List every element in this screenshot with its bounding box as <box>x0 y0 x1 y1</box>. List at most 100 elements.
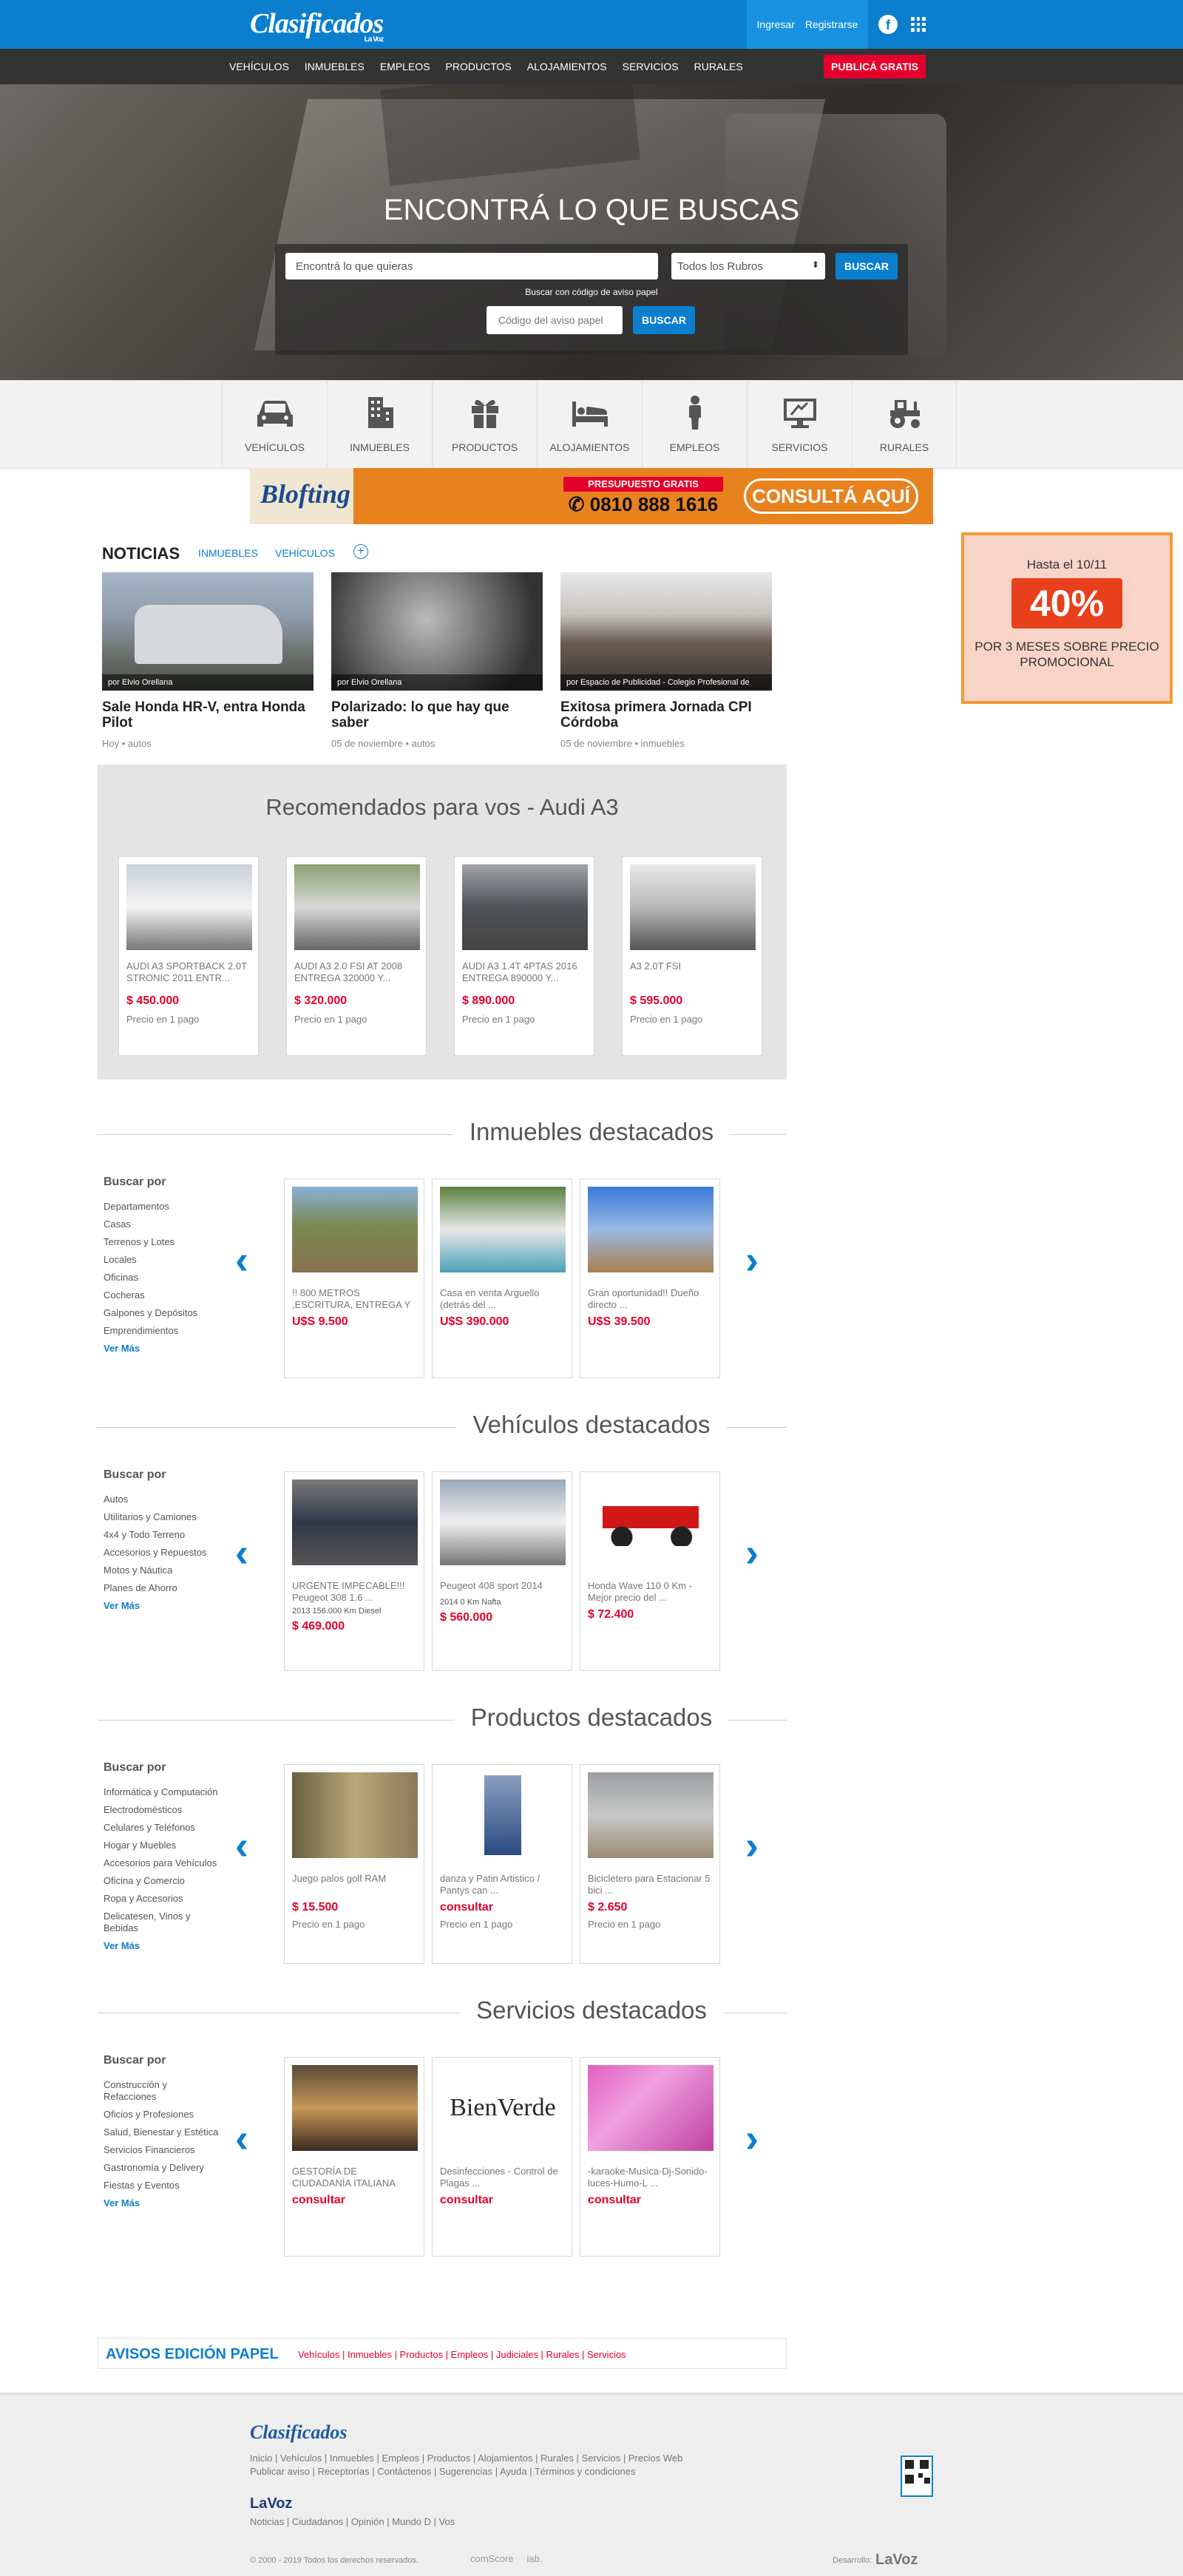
footer-links[interactable]: Inicio | Vehículos | Inmuebles | Empleos… <box>250 2453 682 2464</box>
search-by-link[interactable]: Electrodomésticos <box>104 1801 251 1819</box>
footer-links[interactable]: Noticias | Ciudadanos | Opinión | Mundo … <box>250 2516 455 2527</box>
category-bar: VEHÍCULOS INMUEBLES PRODUCTOS ALOJAMIENT… <box>0 380 1183 469</box>
carousel-next-arrow[interactable]: › <box>745 1240 767 1280</box>
search-by-link[interactable]: Oficina y Comercio <box>104 1872 251 1890</box>
listing-card[interactable]: -karaoke-Musica-Dj-Sonido-luces-Humo-L .… <box>580 2057 720 2257</box>
news-item[interactable]: por Elvio Orellana Sale Honda HR-V, entr… <box>102 572 313 749</box>
news-item[interactable]: por Elvio Orellana Polarizado: lo que ha… <box>331 572 543 749</box>
category-vehiculos[interactable]: VEHÍCULOS <box>222 381 327 468</box>
listing-card[interactable]: danza y Patin Artistico / Pantys can ...… <box>432 1764 572 1964</box>
search-by-link[interactable]: Celulares y Teléfonos <box>104 1819 251 1837</box>
nav-item-rurales[interactable]: RURALES <box>694 61 743 72</box>
banner-cta[interactable]: CONSULTÁ AQUÍ <box>744 478 918 514</box>
nav-item-productos[interactable]: PRODUCTOS <box>446 61 512 72</box>
search-by-link[interactable]: Hogar y Muebles <box>104 1837 251 1854</box>
search-input[interactable]: Encontrá lo que quieras <box>285 253 658 279</box>
nav-item-empleos[interactable]: EMPLEOS <box>380 61 430 72</box>
search-by-link[interactable]: 4x4 y Todo Terreno <box>104 1526 251 1544</box>
see-more-link[interactable]: Ver Más <box>104 2197 251 2209</box>
login-link[interactable]: Ingresar <box>757 18 795 30</box>
search-by-link[interactable]: Construcción y Refacciones <box>104 2076 192 2106</box>
category-alojamientos[interactable]: ALOJAMIENTOS <box>537 381 642 468</box>
search-by-link[interactable]: Fiestas y Eventos <box>104 2177 251 2194</box>
register-link[interactable]: Registrarse <box>805 18 858 30</box>
search-by-link[interactable]: Casas <box>104 1216 251 1233</box>
carousel-next-arrow[interactable]: › <box>745 1826 767 1865</box>
lavoz-logo[interactable]: LaVoz <box>250 2495 292 2512</box>
search-by-link[interactable]: Emprendimientos <box>104 1322 251 1340</box>
site-logo[interactable]: Clasificados La Voz <box>250 7 384 44</box>
promo-ad[interactable]: Hasta el 10/11 40% POR 3 MESES SOBRE PRE… <box>961 532 1173 704</box>
search-by-link[interactable]: Planes de Ahorro <box>104 1579 251 1597</box>
nav-item-alojamientos[interactable]: ALOJAMIENTOS <box>527 61 607 72</box>
category-productos[interactable]: PRODUCTOS <box>432 381 537 468</box>
search-by-link[interactable]: Utilitarios y Camiones <box>104 1508 251 1526</box>
top-bar: Clasificados La Voz Ingresar Registrarse … <box>0 0 1183 49</box>
code-search-button[interactable]: BUSCAR <box>633 306 695 334</box>
ad-banner[interactable]: Blofting PRESUPUESTO GRATIS ✆ 0810 888 1… <box>250 468 933 524</box>
search-by-link[interactable]: Motos y Náutica <box>104 1562 251 1579</box>
see-more-link[interactable]: Ver Más <box>104 1600 251 1611</box>
footer-logo[interactable]: Clasificados <box>250 2421 347 2444</box>
listing-card[interactable]: Juego palos golf RAM $ 15.500 Precio en … <box>284 1764 424 1964</box>
search-by-link[interactable]: Autos <box>104 1491 251 1508</box>
search-by-link[interactable]: Servicios Financieros <box>104 2141 251 2159</box>
carousel-next-arrow[interactable]: › <box>745 1533 767 1573</box>
see-more-link[interactable]: Ver Más <box>104 1940 251 1951</box>
product-card[interactable]: A3 2.0T FSI $ 595.000 Precio en 1 pago <box>622 856 762 1056</box>
see-more-link[interactable]: Ver Más <box>104 1343 251 1354</box>
nav-item-vehiculos[interactable]: VEHÍCULOS <box>229 61 289 72</box>
category-select[interactable]: Todos los Rubros ⬍ <box>671 253 825 279</box>
search-by-link[interactable]: Salud, Bienestar y Estética <box>104 2123 251 2141</box>
product-card[interactable]: AUDI A3 SPORTBACK 2.0T STRONIC 2011 ENTR… <box>118 856 259 1056</box>
search-by-link[interactable]: Departamentos <box>104 1198 251 1216</box>
news-tab-vehiculos[interactable]: VEHÍCULOS <box>275 547 335 559</box>
listing-card[interactable]: !! 800 METROS ,ESCRITURA, ENTREGA Y ... … <box>284 1179 424 1378</box>
category-inmuebles[interactable]: INMUEBLES <box>327 381 432 468</box>
product-card[interactable]: AUDI A3 1.4T 4PTAS 2016 ENTREGA 890000 Y… <box>454 856 594 1056</box>
carousel-next-arrow[interactable]: › <box>745 2118 767 2158</box>
gift-icon <box>472 399 498 428</box>
search-by-link[interactable]: Oficios y Profesiones <box>104 2106 251 2123</box>
listing-card[interactable]: URGENTE IMPECABLE!!! Peugeot 308 1.6 ...… <box>284 1471 424 1671</box>
news-add-tab-button[interactable]: + <box>353 544 368 559</box>
news-item[interactable]: por Espacio de Publicidad - Colegio Prof… <box>560 572 772 749</box>
publish-free-button[interactable]: PUBLICÁ GRATIS <box>824 55 926 78</box>
category-servicios[interactable]: SERVICIOS <box>747 381 852 468</box>
search-by-link[interactable]: Gastronomía y Delivery <box>104 2159 251 2177</box>
paper-code-input[interactable]: Código del aviso papel <box>487 306 623 334</box>
listing-card[interactable]: Bicicletero para Estacionar 5 bici ... $… <box>580 1764 720 1964</box>
category-empleos[interactable]: EMPLEOS <box>642 381 747 468</box>
listing-card[interactable]: BienVerde Desinfecciones - Control de Pl… <box>432 2057 572 2257</box>
search-by-link[interactable]: Galpones y Depósitos <box>104 1304 251 1322</box>
search-by-link[interactable]: Locales <box>104 1251 251 1269</box>
product-card[interactable]: AUDI A3 2.0 FSI AT 2008 ENTREGA 320000 Y… <box>286 856 427 1056</box>
search-by-link[interactable]: Terrenos y Lotes <box>104 1233 251 1251</box>
paper-edition-links[interactable]: Vehículos | Inmuebles | Productos | Empl… <box>298 2349 626 2360</box>
listing-card[interactable]: Casa en venta Arguello (detrás del ... U… <box>432 1179 572 1378</box>
carousel-prev-arrow[interactable]: ‹ <box>235 2118 257 2158</box>
listing-card[interactable]: Honda Wave 110 0 Km - Mejor precio del .… <box>580 1471 720 1671</box>
carousel-prev-arrow[interactable]: ‹ <box>235 1826 257 1865</box>
nav-item-inmuebles[interactable]: INMUEBLES <box>305 61 365 72</box>
search-by-link[interactable]: Delicatesen, Vinos y Bebidas <box>104 1908 207 1937</box>
search-by-link[interactable]: Accesorios y Repuestos <box>104 1544 251 1562</box>
footer-links[interactable]: Publicar aviso | Receptorías | Contácten… <box>250 2466 636 2477</box>
news-tab-inmuebles[interactable]: INMUEBLES <box>198 547 258 559</box>
nav-item-servicios[interactable]: SERVICIOS <box>623 61 679 72</box>
search-by-link[interactable]: Informática y Computación <box>104 1783 251 1801</box>
carousel-prev-arrow[interactable]: ‹ <box>235 1533 257 1573</box>
search-by-link[interactable]: Cocheras <box>104 1287 251 1304</box>
category-rurales[interactable]: RURALES <box>852 381 957 468</box>
listing-card[interactable]: Gran oportunidad!! Dueño directo ... U$S… <box>580 1179 720 1378</box>
search-by-link[interactable]: Ropa y Accesorios <box>104 1890 251 1908</box>
listing-card[interactable]: Peugeot 408 sport 2014 2014 0 Km Nafta $… <box>432 1471 572 1671</box>
listing-card[interactable]: GESTORÍA DE CIUDADANÍA ITALIANA consulta… <box>284 2057 424 2257</box>
facebook-icon[interactable]: f <box>878 15 898 34</box>
search-by-link[interactable]: Oficinas <box>104 1269 251 1287</box>
developer-logo[interactable]: LaVoz <box>875 2552 918 2569</box>
search-button[interactable]: BUSCAR <box>835 253 898 279</box>
carousel-prev-arrow[interactable]: ‹ <box>235 1240 257 1280</box>
apps-grid-icon[interactable] <box>911 17 926 32</box>
search-by-link[interactable]: Accesorios para Vehículos <box>104 1854 251 1872</box>
